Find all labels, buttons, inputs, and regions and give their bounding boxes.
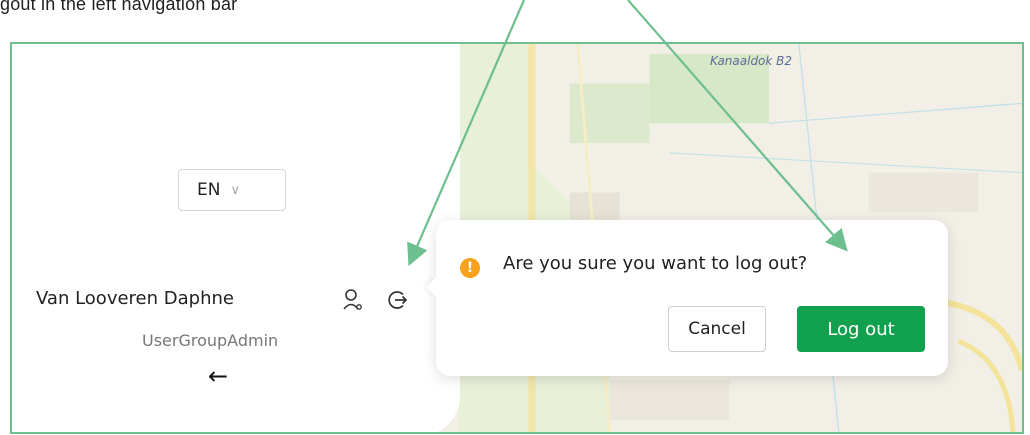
- collapse-arrow-icon[interactable]: ←: [208, 362, 228, 390]
- map-place-label: Kanaaldok B2: [710, 54, 793, 68]
- user-name: Van Looveren Daphne: [36, 288, 234, 309]
- language-value: EN: [197, 180, 221, 200]
- logout-confirm-popover: ! Are you sure you want to log out? Canc…: [426, 220, 948, 376]
- language-select[interactable]: EN ∨: [178, 169, 286, 211]
- chevron-down-icon: ∨: [230, 182, 240, 198]
- screenshot-frame: Kanaaldok B2 EN ∨ Van Looveren Daphne Us…: [10, 42, 1024, 434]
- caption-text: gout in the left navigation bar: [0, 0, 238, 14]
- confirm-message: Are you sure you want to log out?: [503, 253, 808, 274]
- left-navigation-panel: EN ∨ Van Looveren Daphne UserGroupAdmin …: [12, 44, 460, 432]
- cancel-button[interactable]: Cancel: [668, 306, 766, 352]
- confirm-logout-button[interactable]: Log out: [797, 306, 925, 352]
- warning-icon: !: [460, 258, 480, 278]
- logout-icon[interactable]: [386, 289, 408, 311]
- user-role: UserGroupAdmin: [142, 331, 279, 350]
- user-profile-icon[interactable]: [342, 287, 364, 313]
